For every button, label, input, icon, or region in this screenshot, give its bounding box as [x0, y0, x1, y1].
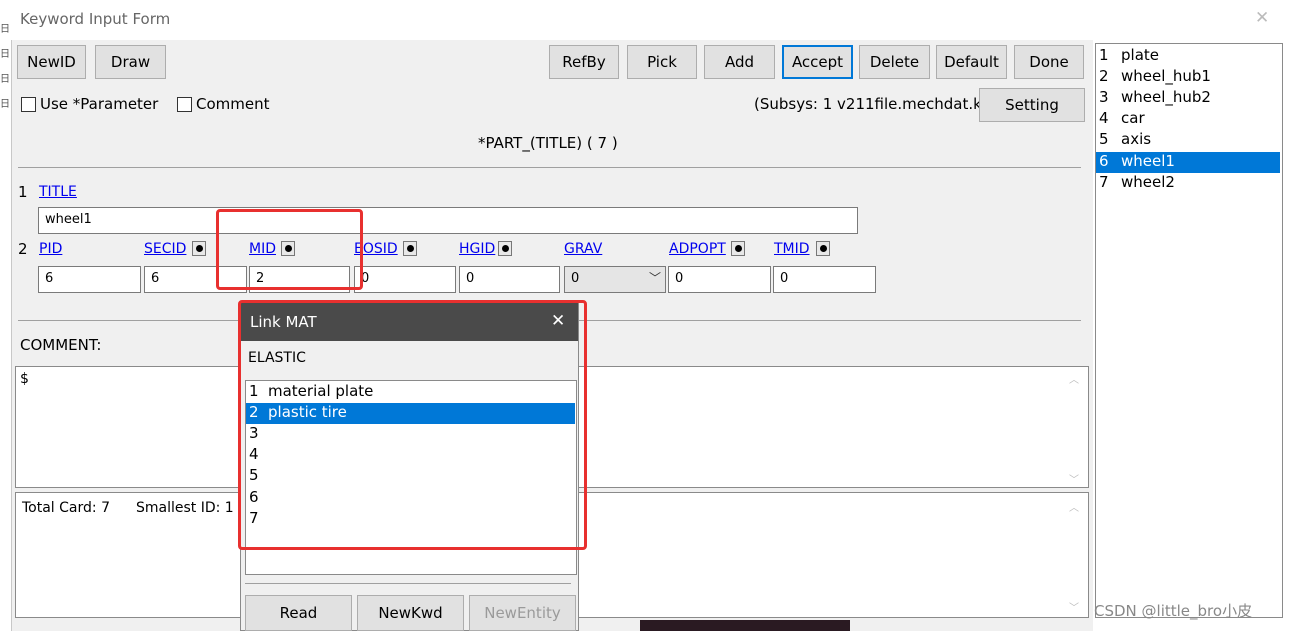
list-item[interactable]: 7 wheel2	[1096, 173, 1280, 194]
background-fragment: 日	[0, 49, 10, 60]
pick-button[interactable]: Pick	[627, 45, 697, 79]
scroll-up-icon[interactable]: ︿	[1069, 499, 1079, 514]
tmid-field-label[interactable]: TMID	[774, 241, 810, 257]
done-button[interactable]: Done	[1014, 45, 1084, 79]
accept-button[interactable]: Accept	[782, 45, 853, 79]
setting-button[interactable]: Setting	[979, 88, 1085, 122]
secid-link-dot-icon[interactable]	[192, 241, 206, 256]
adpopt-input[interactable]: 0	[668, 266, 771, 293]
card-2-number: 2	[18, 240, 28, 258]
eosid-link-dot-icon[interactable]	[403, 241, 417, 256]
grav-field-label[interactable]: GRAV	[564, 241, 602, 257]
comment-checkbox[interactable]	[177, 97, 192, 112]
draw-button[interactable]: Draw	[95, 45, 166, 79]
grav-select[interactable]: 0 ﹀	[564, 266, 666, 293]
scroll-up-icon[interactable]: ︿	[1069, 371, 1079, 386]
secid-field-label[interactable]: SECID	[144, 241, 186, 257]
hgid-input[interactable]: 0	[459, 266, 560, 293]
window-close-icon[interactable]: ✕	[1255, 8, 1269, 28]
keyword-header: *PART_(TITLE) ( 7 )	[478, 134, 618, 152]
list-item[interactable]: 2 wheel_hub1	[1096, 67, 1280, 88]
pid-input[interactable]: 6	[38, 266, 141, 293]
title-input[interactable]: wheel1	[38, 207, 858, 234]
dialog-separator	[245, 583, 571, 584]
total-card-text: Total Card: 7	[22, 500, 110, 516]
tmid-link-dot-icon[interactable]	[816, 241, 830, 256]
tmid-input[interactable]: 0	[773, 266, 876, 293]
list-item-selected[interactable]: 6 wheel1	[1096, 152, 1280, 173]
mid-highlight-box	[216, 209, 363, 290]
hgid-field-label[interactable]: HGID	[459, 241, 495, 257]
use-parameter-label: Use *Parameter	[40, 95, 159, 113]
comment-text: $	[20, 371, 29, 387]
subsys-label: (Subsys: 1 v211file.mechdat.k)	[754, 95, 988, 113]
eosid-input[interactable]: 0	[354, 266, 456, 293]
background-image-fragment	[640, 620, 850, 631]
default-button[interactable]: Default	[936, 45, 1007, 79]
pid-field-label[interactable]: PID	[39, 241, 62, 257]
grav-select-value: 0	[571, 271, 580, 286]
refby-button[interactable]: RefBy	[549, 45, 619, 79]
chevron-down-icon: ﹀	[649, 271, 662, 285]
newid-button[interactable]: NewID	[17, 45, 86, 79]
list-item[interactable]: 1 plate	[1096, 46, 1280, 67]
comment-checkbox-label: Comment	[196, 95, 270, 113]
list-item[interactable]: 3 wheel_hub2	[1096, 88, 1280, 109]
list-item[interactable]: 5 axis	[1096, 130, 1280, 151]
scroll-down-icon[interactable]: ﹀	[1069, 599, 1079, 614]
card-1-number: 1	[18, 183, 28, 201]
delete-button[interactable]: Delete	[859, 45, 930, 79]
watermark: CSDN @little_bro小皮	[1094, 602, 1253, 620]
add-button[interactable]: Add	[704, 45, 775, 79]
list-item[interactable]: 4 car	[1096, 109, 1280, 130]
comment-label: COMMENT:	[20, 336, 102, 354]
background-fragment: 日	[0, 99, 10, 110]
hgid-link-dot-icon[interactable]	[498, 241, 512, 256]
dialog-highlight-box	[238, 300, 587, 550]
window-title: Keyword Input Form	[20, 10, 171, 28]
adpopt-field-label[interactable]: ADPOPT	[669, 241, 726, 257]
background-fragment: 日	[0, 24, 10, 35]
use-parameter-checkbox[interactable]	[21, 97, 36, 112]
window-titlebar	[11, 0, 1295, 40]
newentity-button[interactable]: NewEntity	[469, 595, 576, 631]
adpopt-link-dot-icon[interactable]	[731, 241, 745, 256]
smallest-id-text: Smallest ID: 1	[136, 500, 234, 516]
background-fragment: 日	[0, 74, 10, 85]
newkwd-button[interactable]: NewKwd	[357, 595, 464, 631]
title-field-label[interactable]: TITLE	[39, 184, 77, 200]
scroll-down-icon[interactable]: ﹀	[1069, 471, 1079, 486]
read-button[interactable]: Read	[245, 595, 352, 631]
separator	[18, 167, 1081, 168]
